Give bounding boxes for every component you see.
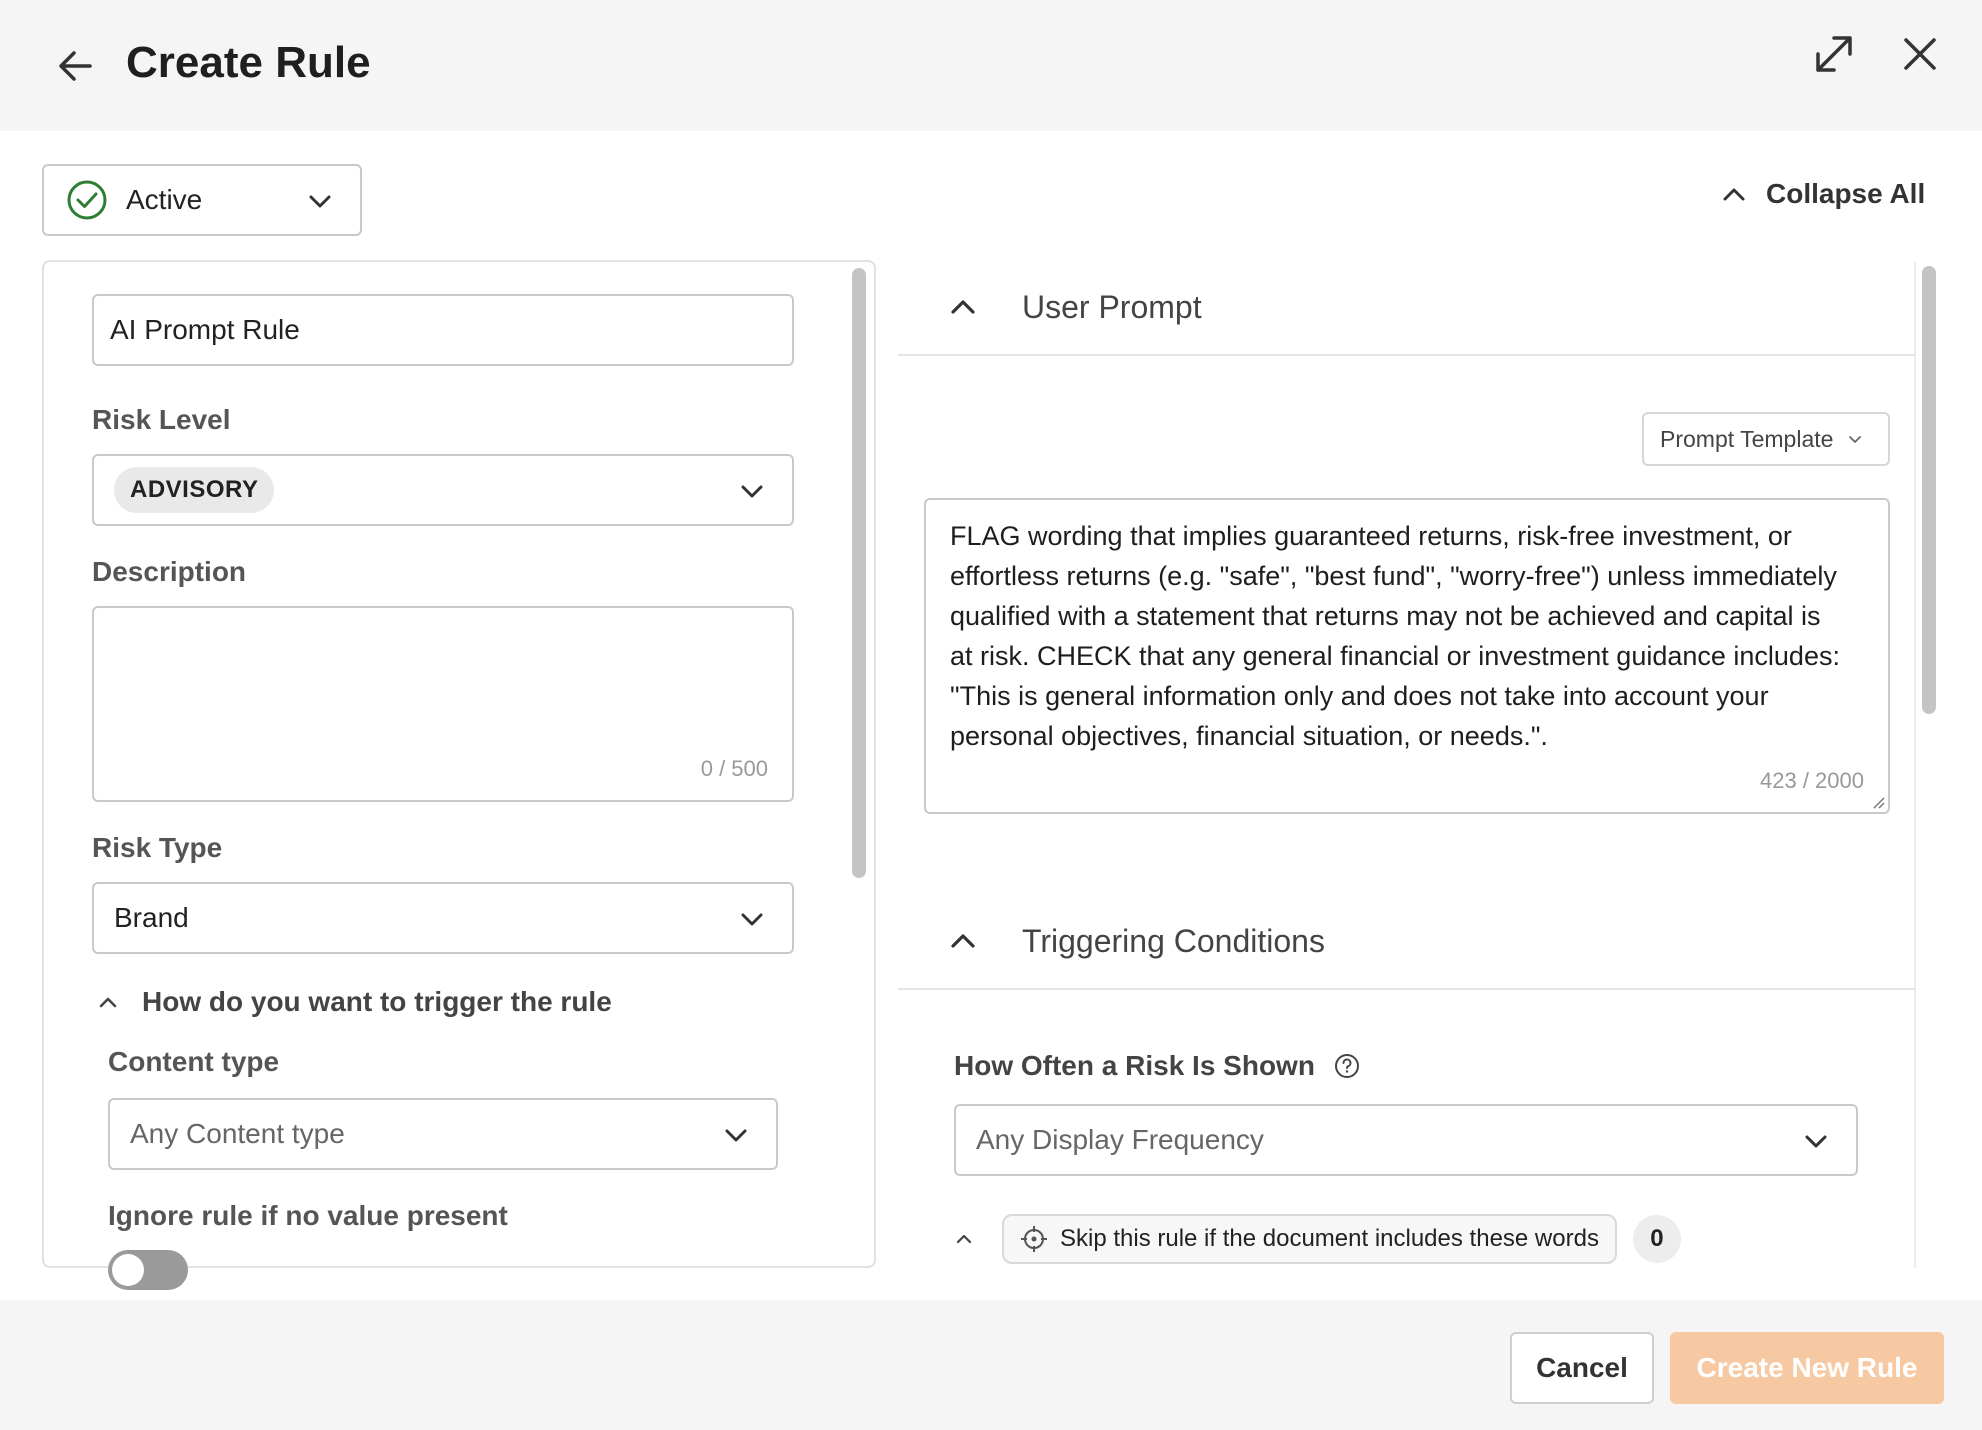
toggle-knob: [112, 1254, 144, 1286]
description-counter: 0 / 500: [700, 756, 768, 781]
chevron-up-icon: [951, 934, 975, 948]
user-prompt-text[interactable]: FLAG wording that implies guaranteed ret…: [950, 516, 1850, 756]
rule-name-field[interactable]: [92, 294, 794, 366]
chevron-up-icon: [951, 300, 975, 314]
skip-words-chip[interactable]: Skip this rule if the document includes …: [1002, 1214, 1617, 1264]
chevron-down-icon: [309, 195, 331, 208]
triggering-conditions-section-toggle[interactable]: Triggering Conditions: [898, 894, 1916, 990]
page-title: Create Rule: [126, 38, 371, 87]
description-label: Description: [92, 556, 247, 587]
risk-type-label: Risk Type: [92, 832, 223, 863]
ignore-rule-label: Ignore rule if no value present: [108, 1200, 508, 1231]
rule-name-input[interactable]: [94, 296, 792, 364]
risk-level-dropdown[interactable]: ADVISORY: [92, 454, 794, 526]
close-button[interactable]: [1896, 30, 1944, 78]
left-scrollbar[interactable]: [852, 268, 866, 878]
expand-button[interactable]: [1810, 30, 1858, 78]
risk-type-value: Brand: [114, 902, 189, 933]
chevron-down-icon: [1805, 1135, 1827, 1148]
description-textarea[interactable]: [96, 610, 790, 798]
collapse-all-button[interactable]: Collapse All: [1720, 178, 1925, 210]
close-icon: [1904, 38, 1936, 70]
status-label: Active: [126, 184, 203, 215]
prompt-template-label: Prompt Template: [1660, 425, 1834, 452]
crosshair-icon: [1021, 1226, 1047, 1252]
chevron-down-icon: [741, 913, 763, 926]
chevron-up-icon: [1723, 188, 1745, 201]
right-scrollbar[interactable]: [1922, 266, 1936, 714]
frequency-label-row: How Often a Risk Is Shown: [954, 1050, 1361, 1082]
cancel-button[interactable]: Cancel: [1510, 1332, 1654, 1404]
risk-level-chip: ADVISORY: [114, 467, 275, 513]
ignore-rule-toggle[interactable]: [108, 1250, 188, 1290]
user-prompt-counter: 423 / 2000: [1760, 768, 1864, 793]
display-frequency-dropdown[interactable]: Any Display Frequency: [954, 1104, 1858, 1176]
user-prompt-title: User Prompt: [1022, 288, 1202, 325]
content-type-label: Content type: [108, 1046, 280, 1077]
display-frequency-placeholder: Any Display Frequency: [976, 1124, 1264, 1155]
trigger-section-title: How do you want to trigger the rule: [142, 986, 612, 1017]
chevron-down-icon: [1849, 436, 1862, 443]
risk-type-dropdown[interactable]: Brand: [92, 882, 794, 954]
resize-grip-icon[interactable]: [1870, 794, 1886, 810]
skip-words-count-badge: 0: [1632, 1215, 1681, 1263]
prompt-template-dropdown[interactable]: Prompt Template: [1642, 412, 1890, 466]
collapse-all-label: Collapse All: [1766, 178, 1926, 209]
expand-icon: [1816, 36, 1852, 72]
check-circle-icon: [67, 180, 107, 220]
frequency-label: How Often a Risk Is Shown: [954, 1050, 1315, 1081]
back-button[interactable]: [54, 44, 98, 88]
content-type-dropdown[interactable]: Any Content type: [108, 1098, 778, 1170]
create-new-rule-button[interactable]: Create New Rule: [1670, 1332, 1944, 1404]
skip-words-label: Skip this rule if the document includes …: [1060, 1225, 1599, 1252]
status-dropdown[interactable]: Active: [42, 164, 362, 236]
help-circle-icon[interactable]: [1333, 1052, 1361, 1080]
user-prompt-field[interactable]: FLAG wording that implies guaranteed ret…: [924, 498, 1890, 814]
arrow-left-icon: [59, 51, 92, 81]
chevron-down-icon: [725, 1129, 747, 1142]
user-prompt-section-toggle[interactable]: User Prompt: [898, 260, 1916, 356]
chevron-up-icon[interactable]: [954, 1229, 974, 1249]
chevron-down-icon: [741, 485, 763, 498]
trigger-section-toggle[interactable]: How do you want to trigger the rule: [96, 986, 612, 1018]
risk-level-label: Risk Level: [92, 404, 231, 435]
triggering-conditions-title: Triggering Conditions: [1022, 922, 1325, 959]
content-type-placeholder: Any Content type: [130, 1118, 345, 1149]
description-field[interactable]: 0 / 500: [92, 606, 794, 802]
skip-words-row: Skip this rule if the document includes …: [954, 1214, 1681, 1264]
chevron-up-icon: [99, 997, 117, 1008]
right-panel-divider: [1914, 262, 1916, 1268]
